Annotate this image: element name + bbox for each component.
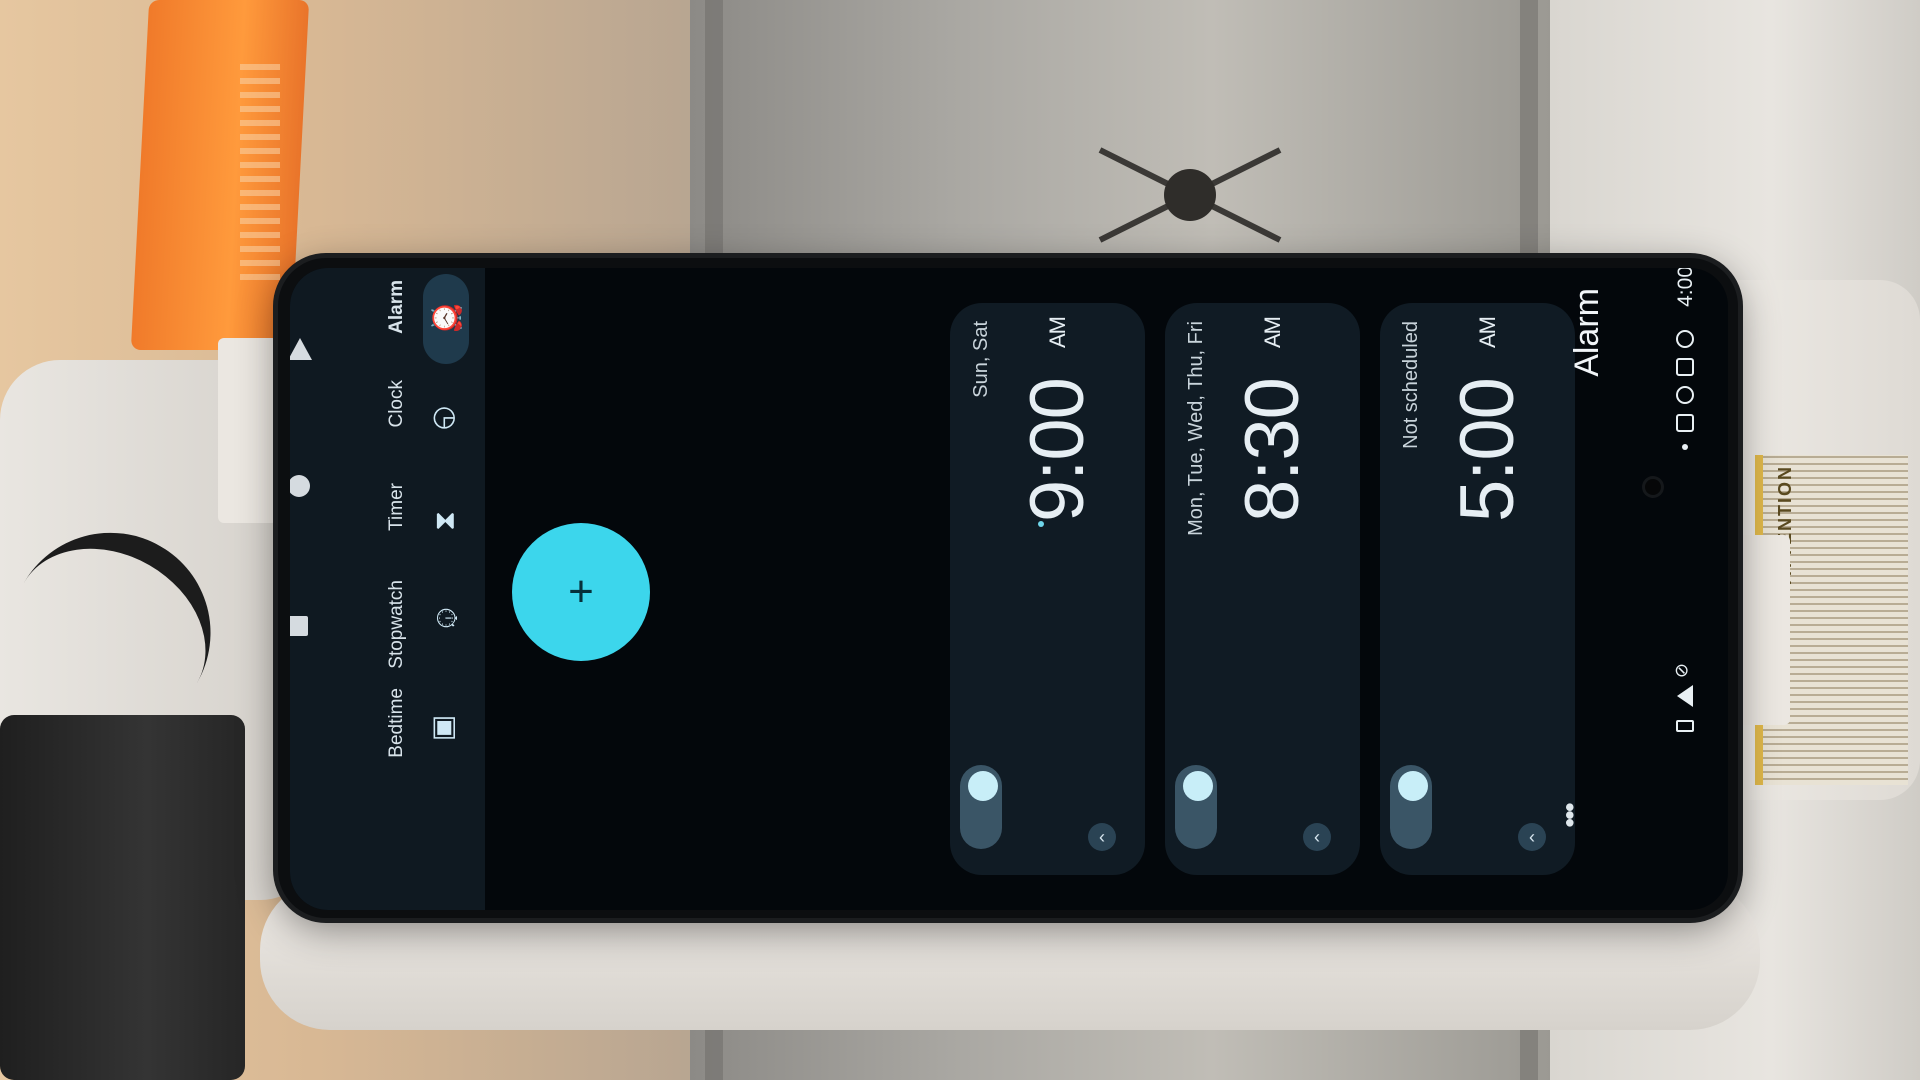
bed-icon: ▣: [431, 714, 462, 742]
alarm-card[interactable]: 5:00 AM Not scheduled ‹: [1380, 303, 1575, 875]
orange-bag-print: [240, 60, 280, 280]
wifi-icon: [1677, 685, 1693, 707]
drone-in-background: [1098, 147, 1282, 243]
nav-stopwatch-label: Stopwatch: [386, 580, 407, 669]
page-title: Alarm: [1568, 288, 1606, 377]
nav-clock[interactable]: ◷ Clock: [368, 358, 485, 468]
alarm-time: 5:00 AM: [1445, 317, 1530, 523]
alarm-toggle[interactable]: [960, 765, 1002, 849]
system-navigation-bar: [290, 268, 368, 910]
nav-bedtime-label: Bedtime: [386, 688, 407, 758]
toggle-knob: [1183, 771, 1213, 801]
expand-chevron-icon[interactable]: ‹: [1303, 823, 1331, 851]
alarm-schedule: Sun, Sat: [970, 321, 992, 398]
alarm-toggle[interactable]: [1175, 765, 1217, 849]
nav-timer-label: Timer: [386, 483, 407, 531]
notification-icon: [1676, 358, 1694, 376]
nav-alarm-label: Alarm: [386, 280, 407, 334]
front-camera: [1642, 476, 1664, 498]
toggle-knob: [968, 771, 998, 801]
notification-icon: [1676, 386, 1694, 404]
alarm-time: 9:00 AM: [1015, 317, 1100, 523]
alarm-icon: ⏰: [431, 300, 462, 336]
indicator-dot: [1038, 521, 1044, 527]
status-bar: 4:00 ⊘: [1660, 268, 1720, 910]
more-options-icon[interactable]: •••: [1554, 802, 1586, 825]
back-icon[interactable]: [290, 338, 312, 360]
mute-icon: ⊘: [1672, 662, 1693, 679]
expand-chevron-icon[interactable]: ‹: [1518, 823, 1546, 851]
alarm-time: 8:30 AM: [1230, 317, 1315, 523]
phone-clamp: [218, 338, 278, 523]
nav-alarm[interactable]: ⏰ Alarm: [368, 268, 485, 368]
home-icon[interactable]: [290, 475, 310, 497]
status-time: 4:00: [1674, 268, 1697, 307]
notification-icon: [1676, 330, 1694, 348]
nav-clock-label: Clock: [386, 380, 407, 428]
nav-stopwatch[interactable]: ⏱ Stopwatch: [368, 558, 485, 669]
alarm-card[interactable]: 9:00 AM Sun, Sat ‹: [950, 303, 1145, 875]
toggle-knob: [1398, 771, 1428, 801]
clock-icon: ◷: [431, 405, 462, 431]
hourglass-icon: ⧗: [431, 511, 462, 531]
battery-icon: [1676, 720, 1694, 732]
alarm-card[interactable]: 8:30 AM Mon, Tue, Wed, Thu, Fri ‹: [1165, 303, 1360, 875]
alarm-schedule: Not scheduled: [1400, 321, 1422, 449]
more-notifications-dot: [1682, 444, 1688, 450]
alarm-schedule: Mon, Tue, Wed, Thu, Fri: [1185, 321, 1207, 536]
dark-foam-block: [0, 715, 245, 1080]
expand-chevron-icon[interactable]: ‹: [1088, 823, 1116, 851]
recents-icon[interactable]: [290, 616, 308, 636]
notification-icon: [1676, 414, 1694, 432]
phone-screen: ⏰ Alarm ◷ Clock ⧗ Timer ⏱ Stopwatch ▣ Be…: [290, 268, 1728, 910]
nav-bedtime[interactable]: ▣ Bedtime: [368, 666, 485, 776]
nav-timer[interactable]: ⧗ Timer: [368, 461, 485, 571]
alarm-toggle[interactable]: [1390, 765, 1432, 849]
stopwatch-icon: ⏱: [431, 607, 462, 629]
bottom-navigation: ⏰ Alarm ◷ Clock ⧗ Timer ⏱ Stopwatch ▣ Be…: [290, 268, 485, 910]
add-alarm-button[interactable]: +: [512, 523, 650, 661]
